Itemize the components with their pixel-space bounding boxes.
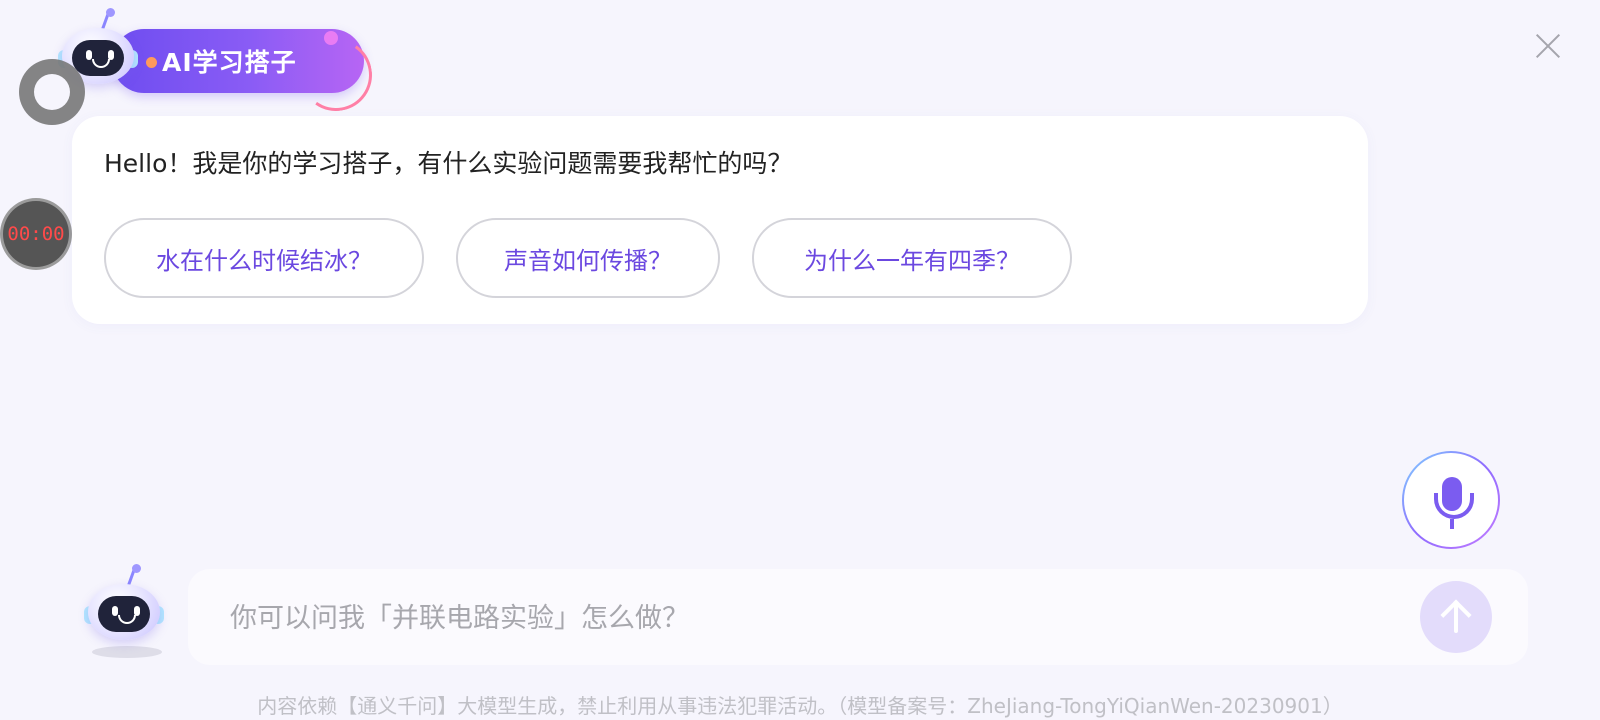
chat-input-container bbox=[188, 569, 1528, 665]
voice-input-button[interactable] bbox=[1402, 451, 1500, 549]
floating-assistive-button[interactable] bbox=[19, 59, 85, 125]
assistant-message-card: Hello！我是你的学习搭子，有什么实验问题需要我帮忙的吗？ 水在什么时候结冰？… bbox=[72, 116, 1368, 324]
recording-timer[interactable]: 00:00 bbox=[3, 201, 69, 267]
suggestion-chip[interactable]: 声音如何传播？ bbox=[456, 218, 720, 298]
app-title-badge: AI学习搭子 bbox=[112, 29, 378, 117]
chat-input[interactable] bbox=[228, 591, 1372, 645]
disclaimer-text: 内容依赖【通义千问】大模型生成，禁止利用从事违法犯罪活动。（模型备案号：ZheJ… bbox=[257, 694, 1343, 718]
robot-avatar-icon bbox=[82, 564, 172, 664]
decorative-dot bbox=[146, 57, 157, 68]
send-button[interactable] bbox=[1420, 581, 1492, 653]
close-icon[interactable] bbox=[1530, 28, 1566, 64]
suggestion-chip[interactable]: 为什么一年有四季？ bbox=[752, 218, 1072, 298]
suggestion-chip[interactable]: 水在什么时候结冰？ bbox=[104, 218, 424, 298]
app-title: AI学习搭子 bbox=[162, 48, 297, 77]
decorative-ring bbox=[294, 33, 378, 117]
decorative-dot bbox=[324, 31, 338, 45]
assistant-greeting: Hello！我是你的学习搭子，有什么实验问题需要我帮忙的吗？ bbox=[104, 149, 793, 178]
